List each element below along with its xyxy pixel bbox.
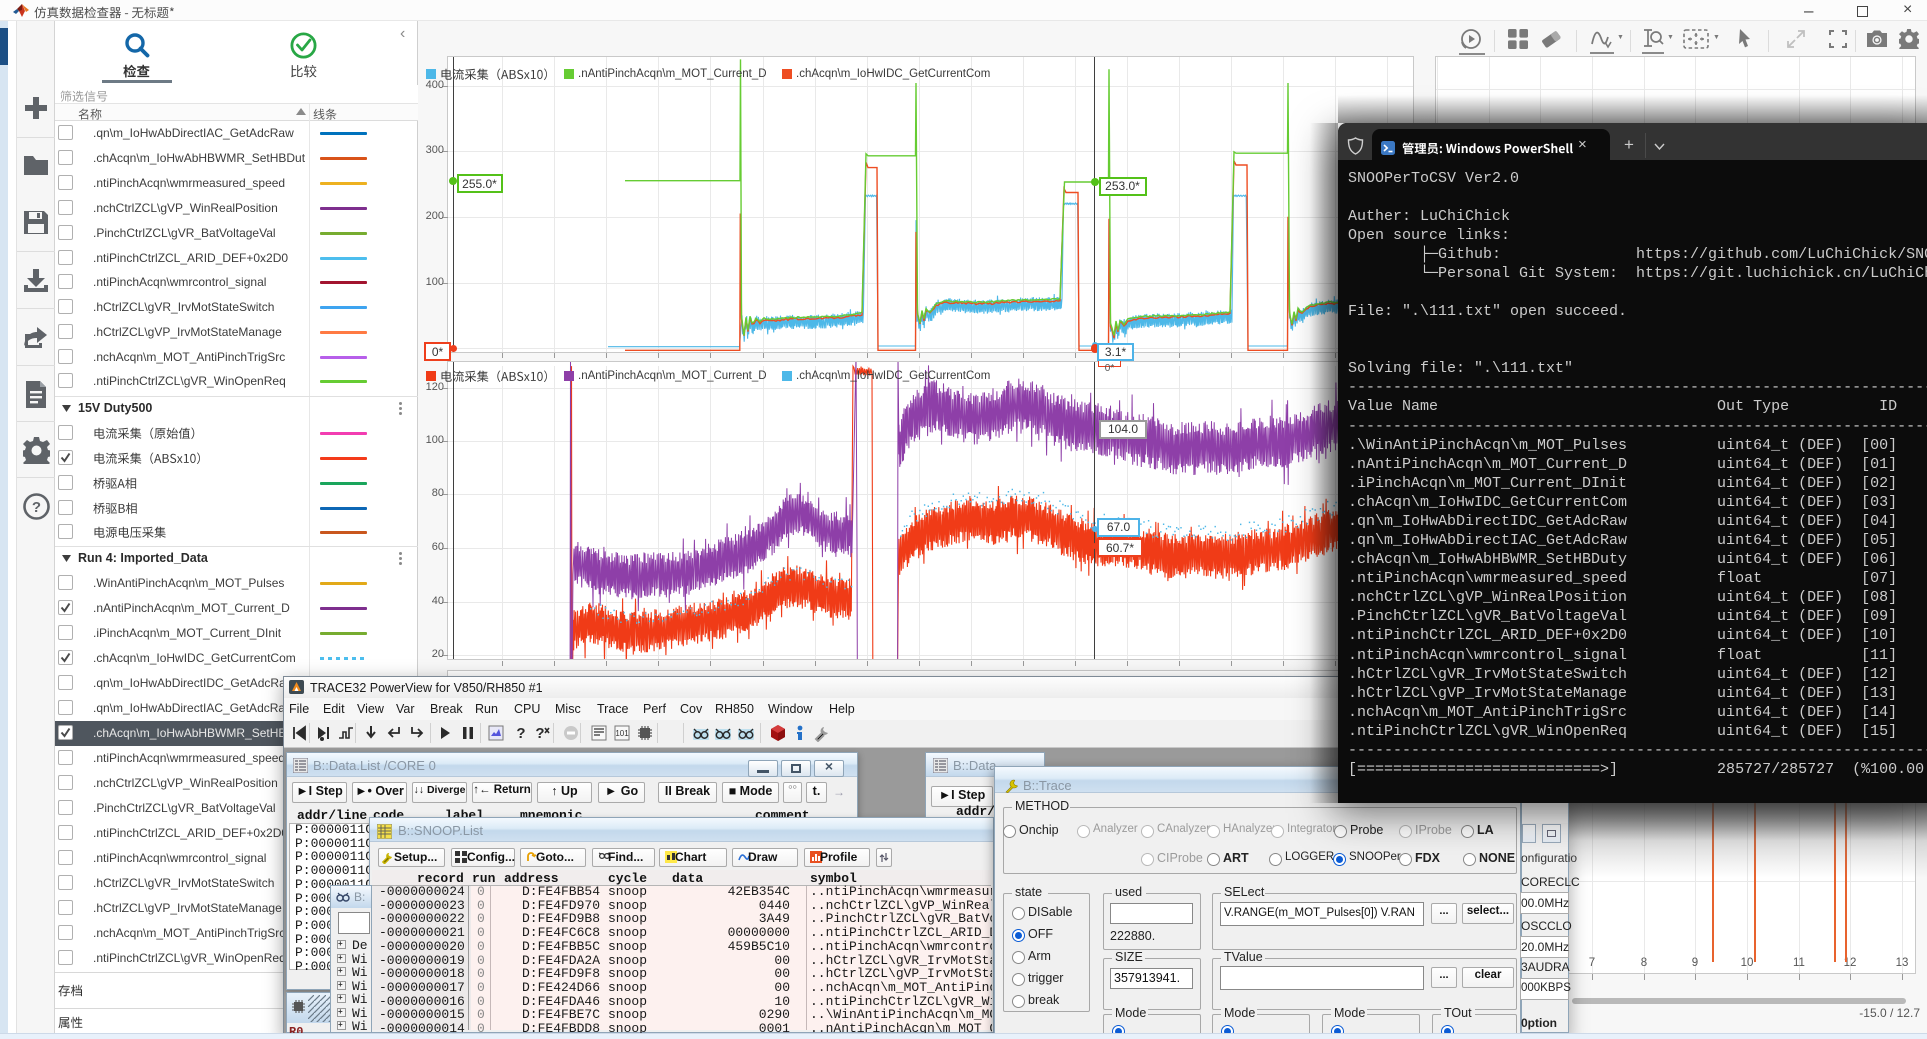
svg-text:?: ? <box>516 725 525 742</box>
svg-text:?: ? <box>535 725 544 742</box>
svg-text:101: 101 <box>615 729 629 738</box>
svg-text:?: ? <box>32 499 41 516</box>
